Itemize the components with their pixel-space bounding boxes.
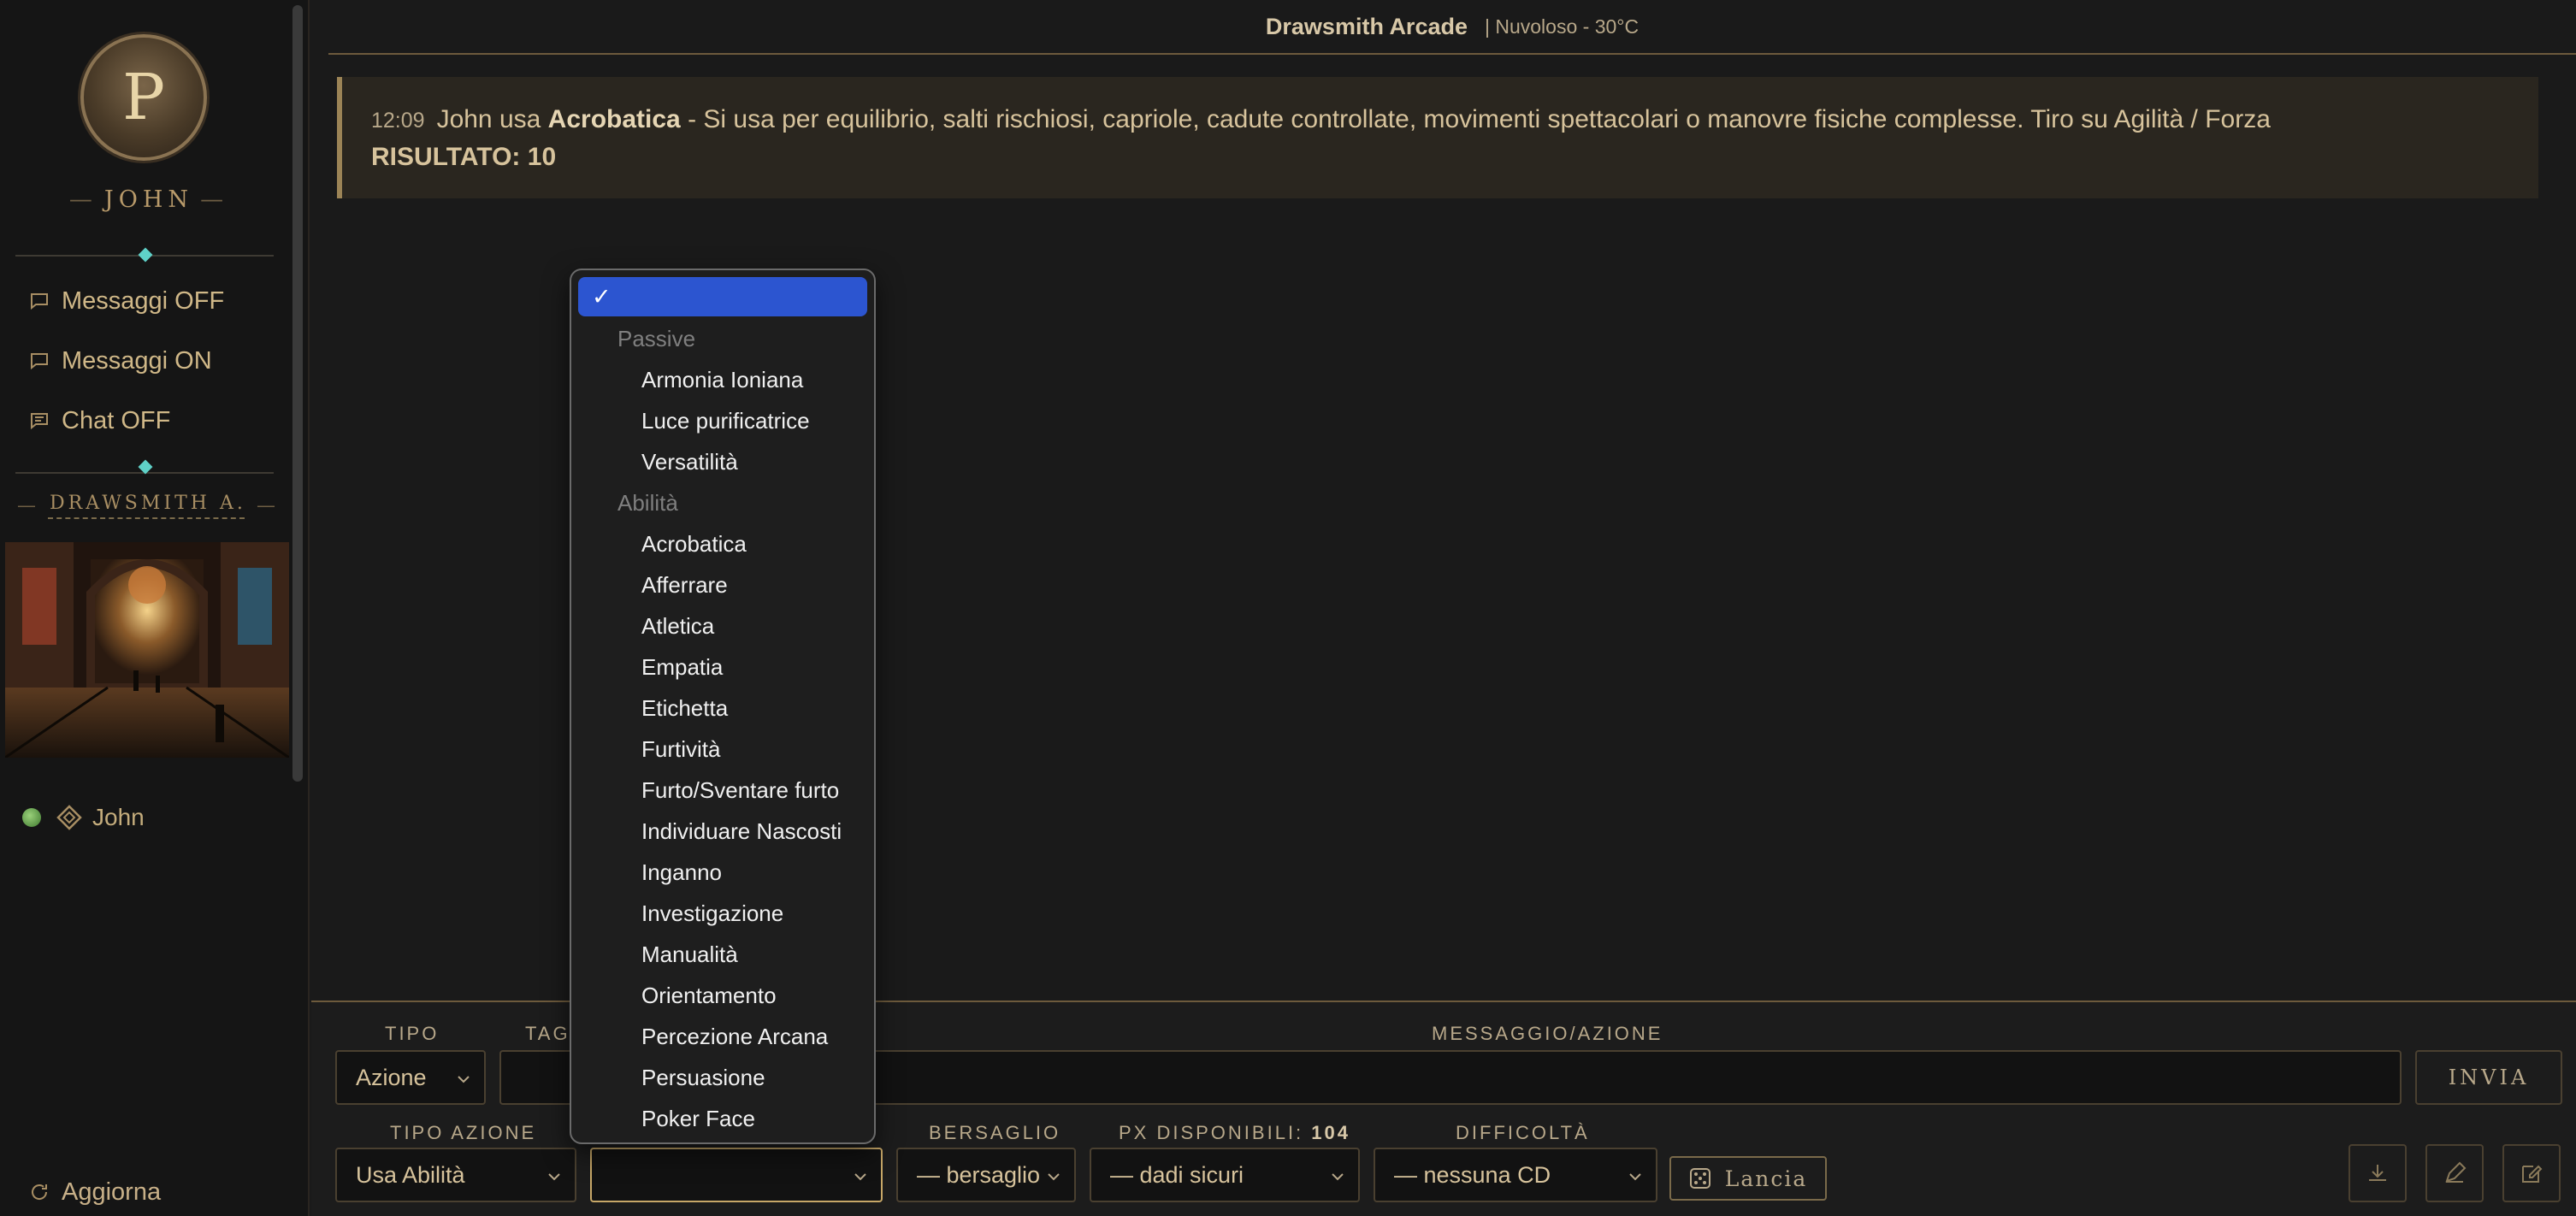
message-actor: John usa [436,105,541,133]
dropdown-group-label: Abilità [617,490,678,516]
dropdown-option-selected[interactable]: ✓ [578,277,867,316]
px-label: PX DISPONIBILI: 104 [1119,1122,1350,1144]
chat-message: 12:09 John usa Acrobatica - Si usa per eq… [337,77,2538,198]
dice-icon [1689,1168,1710,1189]
link-label: Messaggi ON [62,346,212,375]
page-title: Drawsmith Arcade [1265,13,1468,39]
user-name: John [92,804,145,830]
location-title[interactable]: — DRAWSMITH A... — [0,491,292,520]
sidebar: P — JOHN — Messaggi OFF Messaggi ON Chat O… [0,0,310,1216]
check-icon: ✓ [592,284,612,310]
divider-gem [138,247,153,263]
dropdown-option[interactable]: Versatilità [578,441,867,482]
dropdown-option[interactable]: Individuare Nascosti [578,811,867,852]
dropdown-option[interactable]: Atletica [578,605,867,646]
chevron-down-icon [1048,1173,1060,1181]
chevron-down-icon [1332,1173,1344,1181]
message-label: MESSAGGIO/AZIONE [1432,1023,1663,1044]
edit-button[interactable] [2425,1144,2484,1202]
chevron-down-icon [458,1076,470,1083]
link-label: Messaggi OFF [62,286,225,315]
message-time: 12:09 [371,109,425,133]
compose-icon [2522,1165,2543,1183]
type-label: TIPO [385,1023,440,1044]
online-user[interactable]: John [22,802,145,833]
message-text: 12:09 John usa Acrobatica - Si usa per eq… [371,101,2509,139]
send-label: INVIA [2448,1065,2530,1089]
refresh-icon [32,1184,48,1200]
sidebar-link-messages-off[interactable]: Messaggi OFF [29,282,224,320]
dropdown-option[interactable]: Empatia [578,646,867,688]
action-type-select[interactable]: Usa Abilità [335,1148,576,1202]
target-select-value: — bersaglio [917,1161,1041,1188]
roll-label: Lancia [1724,1166,1808,1191]
dropdown-option[interactable]: Armonia Ioniana [578,359,867,400]
target-label: BERSAGLIO [929,1122,1061,1143]
chevron-down-icon [854,1173,866,1181]
difficulty-select[interactable]: — nessuna CD [1374,1148,1657,1202]
cathedral-illustration [5,542,289,758]
location-name: DRAWSMITH A... [48,493,245,519]
message-result: RISULTATO: 10 [371,143,557,171]
weather-status: | Nuvoloso - 30°C [1485,15,1640,38]
px-value: 104 [1311,1122,1351,1143]
dropdown-group-label: Passive [617,326,696,351]
character-name-text: JOHN [103,186,194,213]
online-status-dot [22,808,41,827]
message-icon [31,353,48,370]
dropdown-option[interactable]: Investigazione [578,893,867,934]
skill-dropdown-menu[interactable]: ✓ Passive Armonia Ioniana Luce purificatri… [570,269,876,1144]
sidebar-link-messages-on[interactable]: Messaggi ON [29,342,212,380]
send-button[interactable]: INVIA [2415,1050,2562,1105]
chevron-down-icon [548,1173,560,1181]
refresh-button[interactable]: Aggiorna [29,1175,161,1209]
sidebar-scrollbar[interactable] [292,5,303,782]
roll-dice-button[interactable]: Lancia [1669,1156,1827,1201]
dropdown-option[interactable]: Persuasione [578,1057,867,1098]
location-image [5,542,289,758]
download-icon [2369,1165,2386,1181]
message-skill: Acrobatica [547,105,681,133]
refresh-label: Aggiorna [62,1178,162,1206]
px-select[interactable]: — dadi sicuri [1090,1148,1360,1202]
dropdown-option[interactable]: Etichetta [578,688,867,729]
message-icon [31,293,48,310]
action-type-value: Usa Abilità [356,1161,465,1188]
type-select-value: Azione [356,1064,427,1090]
character-emblem: P [80,34,207,161]
dropdown-option[interactable]: Furtività [578,729,867,770]
dropdown-option[interactable]: Furto/Sventare furto [578,770,867,811]
difficulty-select-value: — nessuna CD [1394,1161,1551,1188]
dropdown-option[interactable]: Luce purificatrice [578,400,867,441]
dropdown-option[interactable]: Inganno [578,852,867,893]
message-description: - Si usa per equilibrio, salti rischiosi… [688,105,2271,133]
dropdown-option[interactable]: Manualità [578,934,867,975]
character-name: — JOHN — [68,186,224,213]
target-select[interactable]: — bersaglio [896,1148,1076,1202]
difficulty-label: DIFFICOLTÀ [1456,1122,1590,1143]
skill-select[interactable] [590,1148,883,1202]
chevron-down-icon [1629,1173,1641,1181]
dropdown-option[interactable]: Acrobatica [578,523,867,564]
pencil-icon [2445,1161,2467,1183]
px-select-value: — dadi sicuri [1110,1161,1244,1188]
sidebar-link-chat-off[interactable]: Chat OFF [29,402,170,440]
page-header: Drawsmith Arcade | Nuvoloso - 30°C [328,0,2576,55]
download-button[interactable] [2349,1144,2407,1202]
emblem-letter: P [122,61,165,134]
diamond-icon [56,805,82,830]
dropdown-option[interactable]: Percezione Arcana [578,1016,867,1057]
dropdown-option[interactable]: Afferrare [578,564,867,605]
dropdown-options: Passive Armonia Ioniana Luce purificatrice… [578,318,867,1139]
link-label: Chat OFF [62,406,171,434]
compose-button[interactable] [2502,1144,2561,1202]
type-select[interactable]: Azione [335,1050,486,1105]
chat-icon [31,413,48,430]
dropdown-option[interactable]: Poker Face [578,1098,867,1139]
dropdown-option[interactable]: Orientamento [578,975,867,1016]
action-type-label: TIPO AZIONE [390,1122,537,1143]
px-label-text: PX DISPONIBILI: [1119,1122,1304,1143]
